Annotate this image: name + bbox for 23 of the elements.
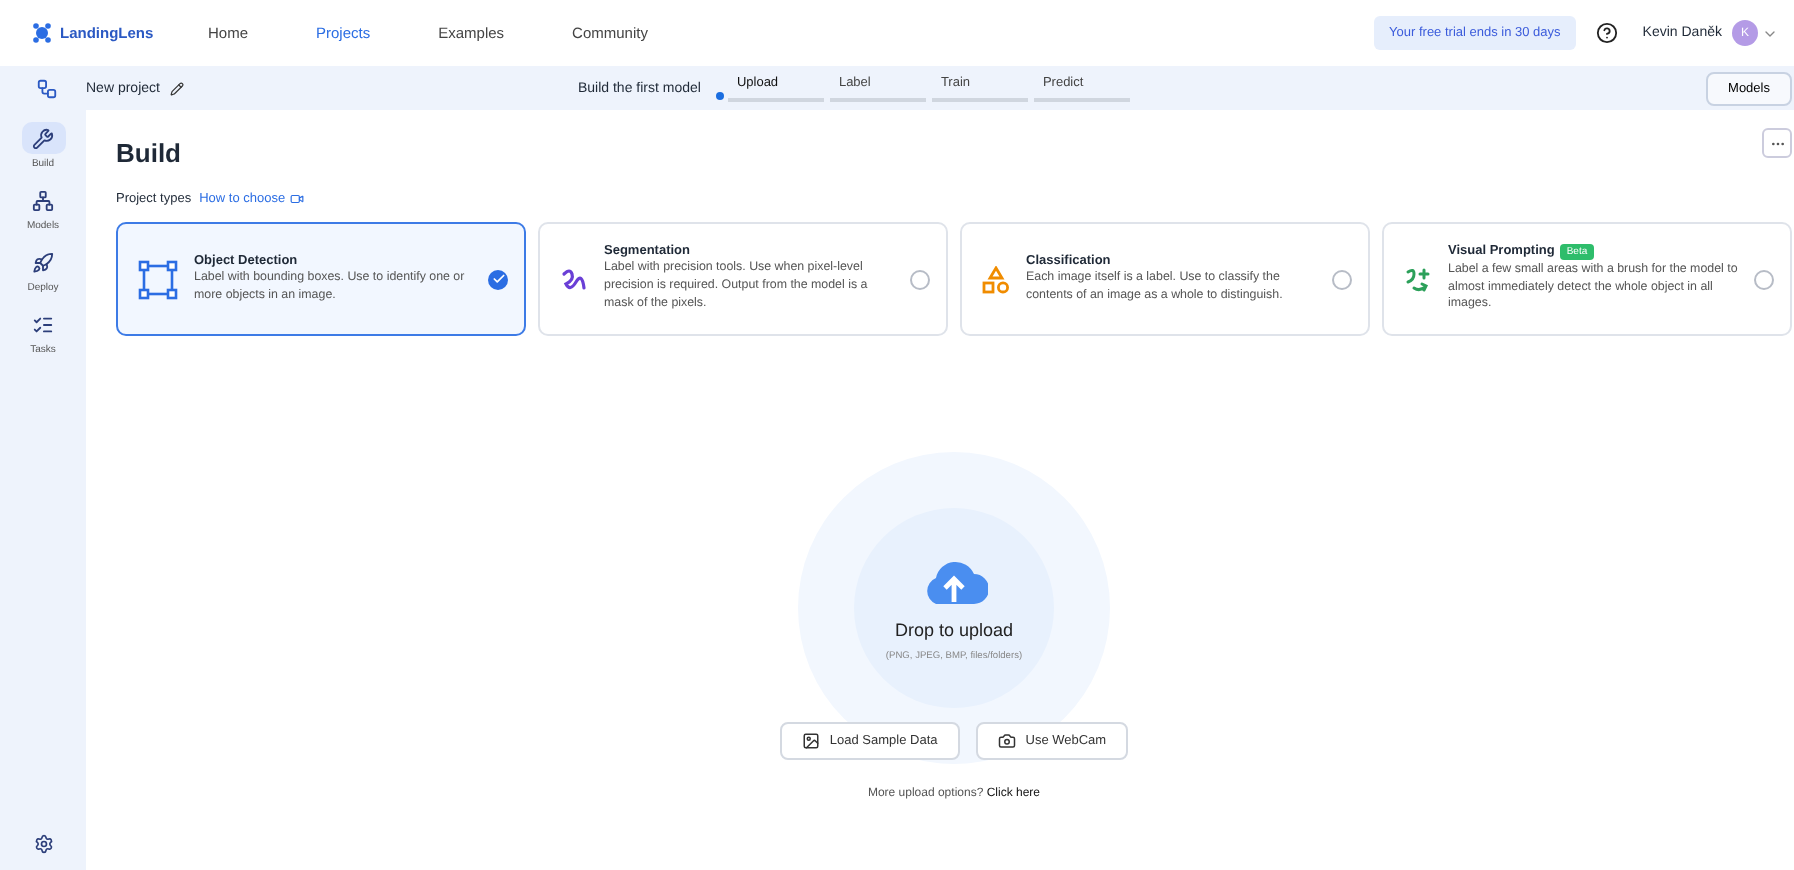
page-title: Build (116, 138, 181, 168)
sidebar-item[interactable] (21, 122, 65, 154)
workflow-icon[interactable] (36, 77, 58, 99)
shapes-icon (982, 265, 1010, 293)
sparkle-icon (1404, 265, 1432, 293)
image-icon (801, 732, 820, 750)
settings-icon[interactable] (33, 834, 53, 854)
tools-icon (32, 127, 54, 149)
edit-icon[interactable] (169, 81, 184, 95)
radio-button[interactable] (1754, 269, 1774, 289)
squiggle-icon (560, 265, 588, 293)
radio-button[interactable] (1332, 269, 1352, 289)
camera-icon (997, 732, 1016, 750)
video-icon (289, 192, 304, 206)
rocket-icon (32, 251, 54, 273)
check-icon[interactable] (488, 269, 508, 289)
help-icon[interactable] (1596, 22, 1619, 44)
bounding-box-icon (138, 259, 178, 299)
logo-icon (32, 22, 52, 44)
network-icon (32, 189, 54, 211)
list-icon (32, 313, 54, 335)
drop-title: Drop to upload (894, 619, 1014, 639)
radio-button[interactable] (910, 269, 930, 289)
